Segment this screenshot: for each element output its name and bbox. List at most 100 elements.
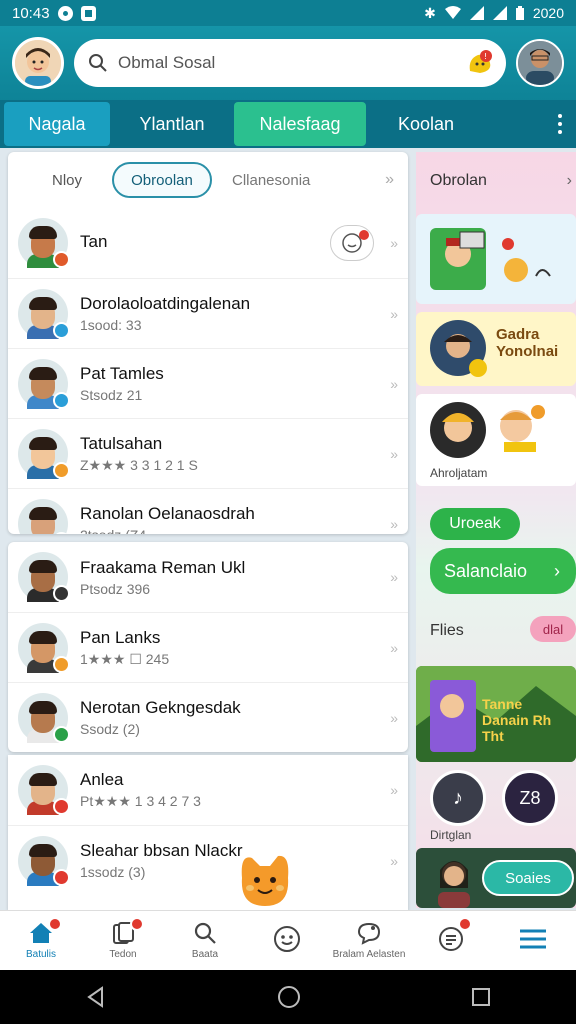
contact-avatar[interactable] xyxy=(18,428,70,479)
contact-name: Ranolan Oelanaosdrah xyxy=(80,504,255,523)
filter-nloy[interactable]: Nloy xyxy=(22,172,112,189)
stories-button[interactable]: Soaies xyxy=(482,860,574,896)
signal-icon xyxy=(469,6,484,20)
chevron-right-icon[interactable]: » xyxy=(390,516,398,532)
profile-avatar[interactable] xyxy=(516,39,564,87)
contact-avatar[interactable] xyxy=(18,835,70,886)
contact-avatar[interactable] xyxy=(18,498,70,534)
contact-name: Anlea xyxy=(80,770,124,789)
chat-row[interactable]: Ranolan Oelanaosdrah 2tsodz (Z4 » xyxy=(8,488,408,534)
nav-list[interactable] xyxy=(410,911,492,971)
notification-badge xyxy=(48,916,62,931)
right-panel: Obrolan › Gadra Yonolnai Ahroljatam Uroe… xyxy=(416,152,576,908)
chat-row[interactable]: Pat Tamles Stsodz 21 » xyxy=(8,348,408,418)
nav-chat[interactable]: Bralam Aelasten xyxy=(328,911,410,971)
home-circle-icon[interactable] xyxy=(276,984,302,1010)
chat-row[interactable]: Nerotan Gekngesdak Ssodz (2) » xyxy=(8,682,408,752)
search-bar[interactable]: Obmal Sosal ! xyxy=(74,39,506,87)
stories-card[interactable]: Soaies xyxy=(416,848,576,908)
uroeak-button[interactable]: Uroeak xyxy=(430,508,520,540)
nav-menu[interactable] xyxy=(492,911,574,971)
contact-avatar[interactable] xyxy=(18,218,70,268)
sticker-card[interactable] xyxy=(416,214,576,304)
status-badge xyxy=(53,725,70,743)
top-bar: Obmal Sosal ! xyxy=(0,26,576,100)
chevron-right-icon[interactable]: » xyxy=(390,235,398,251)
tab-koolan[interactable]: Koolan xyxy=(366,102,486,146)
contact-name: Fraakama Reman Ukl xyxy=(80,557,246,577)
contact-avatar[interactable] xyxy=(18,692,70,743)
salanclaio-label: Salanclaio xyxy=(444,560,528,581)
bluetooth-icon: ✱ xyxy=(424,4,436,21)
nav-tedon[interactable]: Tedon xyxy=(82,911,164,971)
chat-bubble-icon xyxy=(357,922,381,945)
more-options-icon[interactable] xyxy=(558,114,562,134)
contact-name: Nerotan Gekngesdak xyxy=(80,698,241,717)
contact-subtitle: 1★★★ ☐ 245 xyxy=(80,650,170,667)
contact-name: Pat Tamles xyxy=(80,364,164,383)
tab-nalesfaag[interactable]: Nalesfaag xyxy=(234,102,366,146)
music-label: Dirtglan xyxy=(430,828,472,842)
search-placeholder: Obmal Sosal xyxy=(118,53,216,72)
chat-row[interactable]: Anlea Pt★★★ 1 3 4 2 7 3 » xyxy=(8,755,408,825)
status-badge xyxy=(53,321,70,339)
chat-row[interactable]: Tatulsahan Z★★★ 3 3 1 2 1 S » xyxy=(8,418,408,488)
back-icon[interactable] xyxy=(84,985,108,1009)
contact-avatar[interactable] xyxy=(18,288,70,339)
mascot-sticker[interactable] xyxy=(230,848,300,910)
tab-nagala[interactable]: Nagala xyxy=(4,102,110,146)
system-navigation-bar xyxy=(0,970,576,1024)
chat-row[interactable]: Dorolaoloatdingalenan 1sood: 33 » xyxy=(8,278,408,348)
chevron-right-icon[interactable]: » xyxy=(385,171,394,189)
promo-title: Gadra Yonolnai xyxy=(496,326,559,360)
notification-icon xyxy=(57,5,73,21)
tab-ylantlan[interactable]: Ylantlan xyxy=(110,102,234,146)
chat-row[interactable]: Sleahar bbsan Nlackr 1ssodz (3)» xyxy=(8,825,408,895)
chat-row[interactable]: Pan Lanks 1★★★ ☐ 245 » xyxy=(8,612,408,682)
contact-avatar[interactable] xyxy=(18,765,70,815)
nav-chat-label: Bralam Aelasten xyxy=(332,949,406,960)
flies-badge[interactable]: dlal xyxy=(530,616,576,642)
sticker-reaction-button[interactable] xyxy=(330,225,375,261)
chevron-right-icon[interactable]: » xyxy=(390,306,398,322)
contact-avatar[interactable] xyxy=(18,622,70,673)
chevron-right-icon[interactable]: › xyxy=(567,172,572,190)
sticker-pack-illustration xyxy=(430,402,545,458)
contact-avatar[interactable] xyxy=(18,552,70,602)
chevron-right-icon[interactable]: » xyxy=(390,782,398,798)
chat-row[interactable]: Tan » xyxy=(8,208,408,278)
z8-circle[interactable]: Z8 xyxy=(502,770,558,826)
nav-tedon-label: Tedon xyxy=(109,949,137,960)
recents-icon[interactable] xyxy=(470,986,492,1008)
my-avatar[interactable] xyxy=(12,37,64,89)
sticker-bell-icon[interactable]: ! xyxy=(466,49,494,77)
status-right-time: 2020 xyxy=(532,5,564,21)
chevron-right-icon[interactable]: » xyxy=(390,853,398,869)
chevron-right-icon[interactable]: » xyxy=(390,710,398,726)
nav-search[interactable]: Baata xyxy=(164,911,246,971)
sticker-pack-card[interactable]: Ahroljatam xyxy=(416,394,576,486)
chevron-right-icon[interactable]: » xyxy=(390,569,398,585)
chat-row[interactable]: Fraakama Reman Ukl Ptsodz 396 » xyxy=(8,542,408,612)
nav-face[interactable] xyxy=(246,911,328,971)
chevron-right-icon[interactable]: » xyxy=(390,640,398,656)
chevron-right-icon[interactable]: » xyxy=(390,446,398,462)
promo-card[interactable]: Gadra Yonolnai xyxy=(416,312,576,386)
status-badge xyxy=(53,251,70,268)
music-note-icon[interactable]: ♪ xyxy=(430,770,486,826)
contact-avatar[interactable] xyxy=(18,358,70,409)
filter-cllanesonia[interactable]: Cllanesonia xyxy=(232,172,362,189)
chat-list-card-top: Nloy Obroolan Cllanesonia » Tan» Dorolaol… xyxy=(8,152,408,534)
menu-icon xyxy=(520,929,546,948)
filter-obroolan[interactable]: Obroolan xyxy=(112,162,212,198)
status-badge xyxy=(53,585,70,602)
chevron-right-icon: › xyxy=(554,560,560,581)
nav-home[interactable]: Batulis xyxy=(0,911,82,971)
chevron-right-icon[interactable]: » xyxy=(390,376,398,392)
game-banner[interactable]: Tanne Danain Rh Tht xyxy=(416,666,576,762)
contact-name: Dorolaoloatdingalenan xyxy=(80,294,251,313)
salanclaio-button[interactable]: Salanclaio › xyxy=(430,548,576,594)
status-badge xyxy=(53,531,70,534)
flies-label: Flies xyxy=(430,622,464,639)
notification-badge xyxy=(130,916,144,931)
